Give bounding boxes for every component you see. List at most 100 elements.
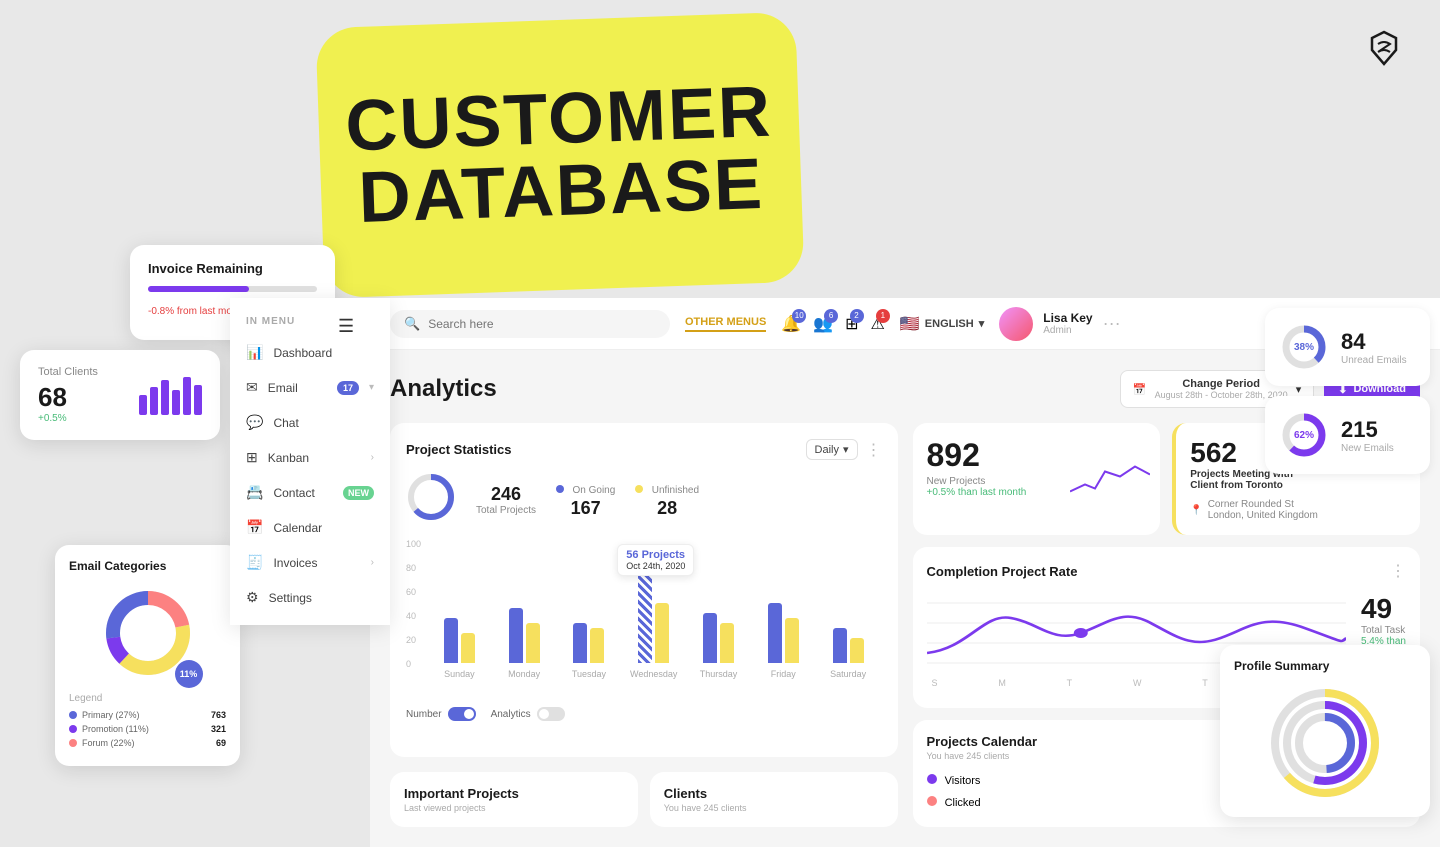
hero-title: CUSTOMER DATABASE xyxy=(344,76,775,235)
sidebar-label-kanban: Kanban xyxy=(268,451,361,465)
toggle-analytics-label: Analytics xyxy=(491,709,531,720)
toggle-number-switch[interactable] xyxy=(448,707,476,721)
sidebar-label-calendar: Calendar xyxy=(273,521,374,535)
calendar-subtitle: You have 245 clients xyxy=(927,751,1038,761)
email-categories-card: Email Categories 11% Legend Primary (27%… xyxy=(55,545,240,766)
grid-icon-nav[interactable]: ⊞ 2 xyxy=(845,314,858,334)
completion-menu-icon[interactable]: ⋮ xyxy=(1390,561,1406,581)
new-emails-label: New Emails xyxy=(1341,443,1394,454)
bar-blue-sun xyxy=(444,618,458,663)
sidebar-item-email[interactable]: ✉ Email 17 ▾ xyxy=(230,370,390,405)
sidebar-label-invoices: Invoices xyxy=(273,556,360,570)
profile-summary-title: Profile Summary xyxy=(1234,659,1416,673)
bar-striped-wed xyxy=(638,568,652,663)
email-categories-donut: 11% xyxy=(98,583,198,683)
sidebar-item-invoices[interactable]: 🧾 Invoices › xyxy=(230,545,390,580)
toggle-number[interactable]: Number xyxy=(406,707,476,721)
profile-donut xyxy=(1234,683,1416,803)
stats-menu-icon[interactable]: ⋮ xyxy=(866,440,882,460)
legend-dot-promotion xyxy=(69,725,77,733)
sidebar-item-contact[interactable]: 📇 Contact NEW xyxy=(230,475,390,510)
bar-group-sat: Saturday xyxy=(820,628,877,679)
meeting-address: Corner Rounded StLondon, United Kingdom xyxy=(1208,499,1318,521)
total-projects-stat: 246 Total Projects xyxy=(476,484,536,516)
grid-badge: 2 xyxy=(850,309,864,323)
chat-icon: 💬 xyxy=(246,414,263,431)
completion-header: Completion Project Rate ⋮ xyxy=(927,561,1407,581)
unfinished-stat: Unfinished 28 xyxy=(635,480,699,519)
ongoing-label: On Going xyxy=(572,485,615,496)
unfinished-dot xyxy=(635,485,643,493)
calendar-title: Projects Calendar xyxy=(927,734,1038,749)
alert-icon-nav[interactable]: ⚠ 1 xyxy=(871,314,885,334)
notification-bell[interactable]: 🔔 10 xyxy=(781,314,801,334)
calendar-small-icon: 📅 xyxy=(1133,383,1147,396)
project-stats-title: Project Statistics xyxy=(406,442,512,457)
toggle-analytics[interactable]: Analytics xyxy=(491,707,565,721)
language-selector[interactable]: 🇺🇸 ENGLISH ▾ xyxy=(900,314,984,334)
bar-yellow-thu xyxy=(720,623,734,663)
unread-pct: 38% xyxy=(1279,322,1329,372)
clients-subtitle: You have 245 clients xyxy=(664,803,884,813)
clicked-item: Clicked xyxy=(927,796,981,809)
toggle-number-knob xyxy=(464,709,474,719)
users-icon-nav[interactable]: 👥 6 xyxy=(813,314,833,334)
new-projects-sparkline xyxy=(1070,457,1150,502)
sidebar-item-kanban[interactable]: ⊞ Kanban › xyxy=(230,440,390,475)
language-label: ENGLISH xyxy=(925,318,974,330)
completion-number: 49 xyxy=(1361,593,1406,625)
sidebar-item-chat[interactable]: 💬 Chat xyxy=(230,405,390,440)
bar-1 xyxy=(139,395,147,415)
email-categories-title: Email Categories xyxy=(69,559,226,573)
bar-blue-fri xyxy=(768,603,782,663)
daily-filter[interactable]: Daily ▾ xyxy=(806,439,858,460)
bar-group-sun: Sunday xyxy=(431,618,488,679)
other-menus-label[interactable]: OTHER MENUS xyxy=(685,316,766,332)
search-bar[interactable]: 🔍 xyxy=(390,310,670,338)
bar-group-mon: Monday xyxy=(496,608,553,679)
bar-group-fri: Friday xyxy=(755,603,812,679)
bar-group-wed: Wednesday xyxy=(625,568,682,679)
ongoing-stat: On Going 167 xyxy=(556,480,615,519)
invoice-progress-bar xyxy=(148,286,317,292)
bar-yellow-mon xyxy=(526,623,540,663)
bar-group-tue: Tuesday xyxy=(561,623,618,679)
visitors-label: Visitors xyxy=(945,775,981,787)
hero-card: CUSTOMER DATABASE xyxy=(315,12,804,299)
flag-icon: 🇺🇸 xyxy=(900,314,920,334)
search-input[interactable] xyxy=(428,317,656,331)
unread-emails-card: 38% 84 Unread Emails xyxy=(1265,308,1430,386)
legend-value-primary: 763 xyxy=(211,710,226,720)
bar-blue-tue xyxy=(573,623,587,663)
total-projects-value: 246 xyxy=(476,484,536,505)
unfinished-label: Unfinished xyxy=(652,485,699,496)
bar-blue-sat xyxy=(833,628,847,663)
user-name: Lisa Key xyxy=(1043,311,1092,325)
bar-yellow-tue xyxy=(590,628,604,663)
bar-3 xyxy=(161,380,169,415)
left-column: Project Statistics Daily ▾ ⋮ xyxy=(390,423,898,827)
sidebar-item-settings[interactable]: ⚙ Settings xyxy=(230,580,390,615)
chart-tooltip: 56 Projects Oct 24th, 2020 xyxy=(617,544,694,576)
sidebar-item-calendar[interactable]: 📅 Calendar xyxy=(230,510,390,545)
sidebar-item-dashboard[interactable]: 📊 Dashboard xyxy=(230,335,390,370)
legend-dot-forum xyxy=(69,739,77,747)
bar-blue-thu xyxy=(703,613,717,663)
sidebar-label-contact: Contact xyxy=(273,486,333,500)
lang-chevron-icon: ▾ xyxy=(979,317,985,330)
completion-title: Completion Project Rate xyxy=(927,564,1078,579)
invoice-progress-fill xyxy=(148,286,249,292)
kanban-arrow-icon: › xyxy=(371,452,374,463)
stats-summary-row: 246 Total Projects On Going 167 xyxy=(406,472,882,527)
new-emails-number: 215 xyxy=(1341,417,1394,443)
project-stats-controls: Daily ▾ ⋮ xyxy=(806,439,882,460)
total-projects-label: Total Projects xyxy=(476,505,536,516)
legend-value-forum: 69 xyxy=(216,738,226,748)
hamburger-button[interactable]: ☰ xyxy=(338,316,354,337)
total-clients-card: Total Clients 68 +0.5% xyxy=(20,350,220,440)
completion-label: Total Task xyxy=(1361,625,1406,636)
bar-group-thu: Thursday xyxy=(690,613,747,679)
user-menu-dots[interactable]: ··· xyxy=(1103,313,1121,334)
toggle-analytics-switch[interactable] xyxy=(537,707,565,721)
legend-label-forum: Forum (22%) xyxy=(82,738,216,748)
